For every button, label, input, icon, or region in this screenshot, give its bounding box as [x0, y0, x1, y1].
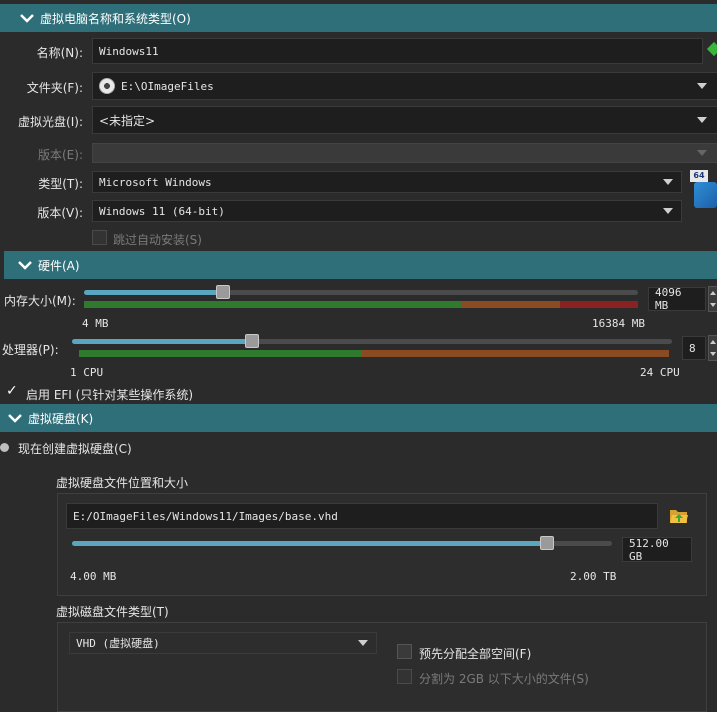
preallocate-label: 预先分配全部空间(F) — [419, 647, 532, 661]
cpu-spin-buttons[interactable] — [708, 335, 717, 361]
cpu-slider-fill — [72, 339, 252, 344]
name-label: 名称(N): — [36, 46, 83, 60]
type-select[interactable]: Microsoft Windows — [92, 171, 682, 193]
memory-min-label: 4 MB — [82, 317, 109, 330]
memory-max-label: 16384 MB — [592, 317, 645, 330]
memory-label: 内存大小(M): — [4, 294, 76, 308]
section-title: 硬件(A) — [38, 258, 80, 273]
memory-slider-handle[interactable] — [216, 285, 230, 299]
disk-type-title: 虚拟磁盘文件类型(T) — [56, 605, 169, 619]
disk-location-input[interactable]: E:/OImageFiles/Windows11/Images/base.vhd — [66, 503, 658, 529]
name-value: Windows11 — [99, 44, 159, 58]
version-label: 版本(V): — [37, 206, 83, 220]
location-title: 虚拟硬盘文件位置和大小 — [56, 476, 189, 490]
type-label: 类型(T): — [38, 177, 83, 191]
memory-range-bar — [84, 301, 638, 308]
efi-checkbox[interactable]: ✓ — [4, 383, 19, 400]
disc-icon — [99, 78, 115, 94]
folder-open-icon[interactable] — [669, 506, 689, 526]
section-disk-header[interactable]: 虚拟硬盘(K) — [0, 404, 717, 432]
cpu-spinbox[interactable]: 8 — [682, 336, 706, 360]
preallocate-checkbox[interactable] — [397, 644, 412, 659]
disk-location-value: E:/OImageFiles/Windows11/Images/base.vhd — [73, 509, 338, 523]
version-value: Windows 11 (64-bit) — [99, 204, 225, 218]
disk-size-max-label: 2.00 TB — [570, 570, 617, 583]
skip-unattended-label: 跳过自动安装(S) — [113, 233, 202, 247]
disk-type-value: VHD (虚拟硬盘) — [76, 637, 160, 650]
edition-dropdown-arrow — [697, 150, 707, 156]
cpu-label: 处理器(P): — [2, 343, 59, 357]
folder-dropdown-arrow — [697, 83, 707, 89]
version-dropdown-arrow — [663, 208, 673, 214]
memory-slider-fill — [84, 290, 223, 295]
cpu-range-bar — [79, 350, 669, 357]
iso-dropdown-arrow — [697, 117, 707, 123]
skip-unattended-checkbox[interactable] — [92, 230, 107, 245]
iso-label: 虚拟光盘(I): — [18, 115, 83, 129]
check-icon: ✓ — [6, 383, 18, 399]
folder-label: 文件夹(F): — [26, 81, 83, 95]
split-files-label: 分割为 2GB 以下大小的文件(S) — [419, 672, 589, 686]
cpu-value: 8 — [689, 341, 696, 355]
folder-value: E:\OImageFiles — [121, 79, 214, 93]
memory-spin-buttons[interactable] — [708, 286, 717, 312]
type-dropdown-arrow — [663, 179, 673, 185]
os-bitness-badge: 64 — [690, 170, 708, 182]
cpu-min-label: 1 CPU — [70, 366, 104, 379]
edition-select[interactable] — [92, 143, 717, 163]
disk-size-spinbox[interactable]: 512.00 GB — [622, 536, 692, 563]
memory-value: 4096 MB — [655, 286, 682, 312]
accept-icon — [706, 41, 717, 57]
disk-type-dropdown-arrow — [358, 640, 368, 646]
disk-size-value: 512.00 GB — [629, 536, 669, 563]
version-select[interactable]: Windows 11 (64-bit) — [92, 200, 682, 222]
folder-select[interactable]: E:\OImageFiles — [92, 72, 717, 100]
section-title: 虚拟硬盘(K) — [28, 411, 94, 426]
section-hardware-header[interactable]: 硬件(A) — [4, 251, 717, 279]
disk-size-min-label: 4.00 MB — [70, 570, 117, 583]
create-disk-radio[interactable] — [0, 443, 9, 452]
name-input[interactable]: Windows11 — [92, 38, 703, 64]
section-name-os-header[interactable]: 虚拟电脑名称和系统类型(O) — [0, 4, 717, 32]
chevron-down-icon — [12, 252, 38, 278]
chevron-down-icon — [14, 5, 40, 31]
efi-label: 启用 EFI (只针对某些操作系统) — [26, 388, 194, 402]
iso-value: <未指定> — [99, 113, 156, 128]
cpu-max-label: 24 CPU — [640, 366, 680, 379]
memory-spinbox[interactable]: 4096 MB — [648, 286, 706, 312]
disk-type-select[interactable]: VHD (虚拟硬盘) — [69, 632, 377, 654]
section-title: 虚拟电脑名称和系统类型(O) — [40, 11, 191, 26]
cpu-slider-handle[interactable] — [245, 334, 259, 348]
os-windows-icon: 64 — [690, 170, 717, 210]
split-files-checkbox[interactable] — [397, 669, 412, 684]
disk-size-slider-handle[interactable] — [540, 536, 554, 550]
type-value: Microsoft Windows — [99, 175, 212, 189]
edition-label: 版本(E): — [38, 148, 83, 162]
iso-select[interactable]: <未指定> — [92, 106, 717, 134]
chevron-down-icon — [2, 405, 28, 431]
create-disk-label: 现在创建虚拟硬盘(C) — [18, 442, 132, 456]
disk-size-slider-fill — [72, 541, 547, 546]
